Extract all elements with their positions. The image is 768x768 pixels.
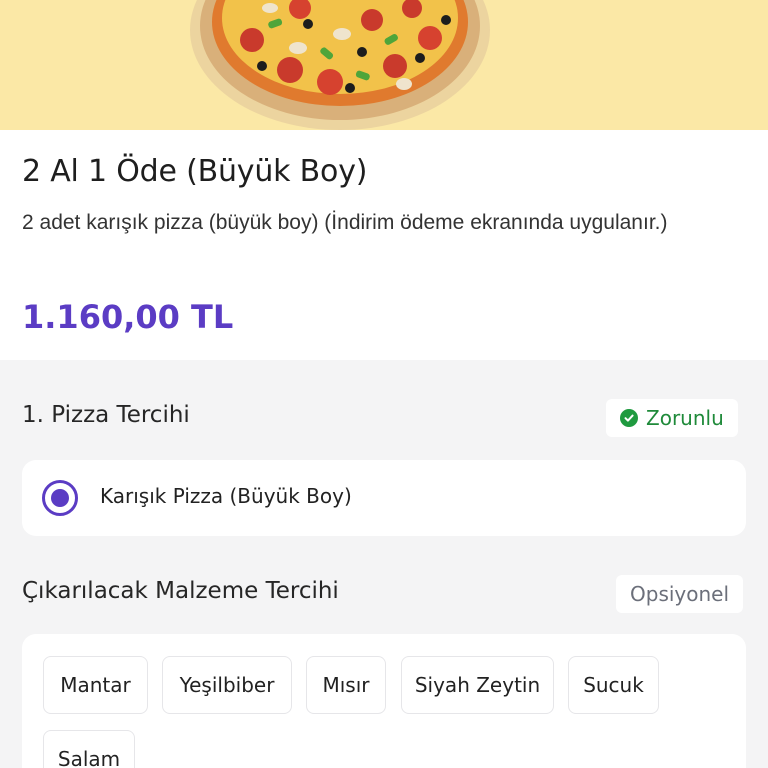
optional-badge: Opsiyonel [616,575,744,613]
pizza-option-label: Karışık Pizza (Büyük Boy) [100,484,352,508]
optional-badge-label: Opsiyonel [630,582,730,606]
pizza-image [190,0,490,130]
chip-yesilbiber[interactable]: Yeşilbiber [162,656,292,714]
chip-mantar[interactable]: Mantar [43,656,148,714]
pizza-choice-title: 1. Pizza Tercihi [22,402,190,428]
product-description: 2 adet karışık pizza (büyük boy) (İndiri… [22,211,668,234]
radio-selected[interactable] [42,480,78,516]
chip-salam[interactable]: Salam [43,730,135,768]
required-badge: Zorunlu [606,399,738,437]
product-image [0,0,768,130]
chip-siyah-zeytin[interactable]: Siyah Zeytin [401,656,554,714]
chip-misir[interactable]: Mısır [306,656,386,714]
required-badge-label: Zorunlu [646,406,724,430]
remove-ingredients-title: Çıkarılacak Malzeme Tercihi [22,578,339,604]
check-circle-icon [620,409,638,427]
chip-sucuk[interactable]: Sucuk [568,656,659,714]
product-title: 2 Al 1 Öde (Büyük Boy) [22,154,368,189]
ingredients-card: Mantar Yeşilbiber Mısır Siyah Zeytin Suc… [22,634,746,768]
product-price: 1.160,00 TL [22,298,234,336]
pizza-option[interactable]: Karışık Pizza (Büyük Boy) [22,460,746,536]
product-info: 2 Al 1 Öde (Büyük Boy) 2 adet karışık pi… [0,130,768,360]
